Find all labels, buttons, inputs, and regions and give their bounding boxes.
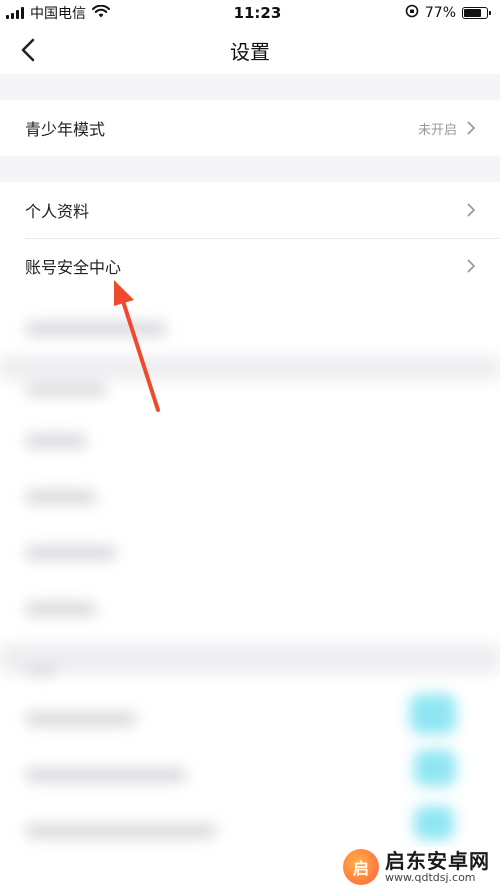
- nav-bar: 设置: [0, 26, 500, 74]
- watermark-logo-icon: 启: [343, 849, 379, 885]
- battery-fill: [464, 9, 481, 17]
- settings-row-teen-mode[interactable]: 青少年模式 未开启: [0, 100, 500, 156]
- wifi-icon: [92, 4, 110, 22]
- row-label: 个人资料: [25, 202, 90, 221]
- watermark-url: www.qdtdsj.com: [385, 870, 476, 884]
- battery-percent: 77%: [424, 5, 456, 21]
- settings-group-teen: 青少年模式 未开启: [0, 100, 500, 156]
- settings-row-profile[interactable]: 个人资料: [0, 182, 500, 238]
- chevron-right-icon: [467, 259, 476, 273]
- orientation-lock-icon: [405, 4, 419, 22]
- page-title: 设置: [230, 39, 270, 64]
- carrier-name: 中国电信: [30, 6, 86, 22]
- chevron-left-icon: [21, 38, 35, 62]
- settings-group-account: 个人资料 账号安全中心: [0, 182, 500, 294]
- row-label: 账号安全中心: [25, 258, 122, 277]
- row-label: 青少年模式: [25, 120, 106, 139]
- status-bar: 中国电信 11:23 77%: [0, 0, 500, 26]
- chevron-right-icon: [467, 121, 476, 135]
- signal-icon: [6, 7, 24, 19]
- watermark-title: 启东安卓网: [385, 848, 490, 873]
- settings-row-account-security[interactable]: 账号安全中心: [0, 238, 500, 294]
- status-time: 11:23: [233, 4, 282, 22]
- section-gap: [0, 74, 500, 100]
- section-gap: [0, 156, 500, 182]
- chevron-right-icon: [467, 203, 476, 217]
- watermark: 启 启东安卓网 www.qdtdsj.com: [339, 847, 496, 887]
- row-value: 未开启: [417, 122, 457, 138]
- blurred-content: [0, 294, 500, 894]
- back-button[interactable]: [14, 36, 42, 64]
- battery-icon: [462, 7, 491, 19]
